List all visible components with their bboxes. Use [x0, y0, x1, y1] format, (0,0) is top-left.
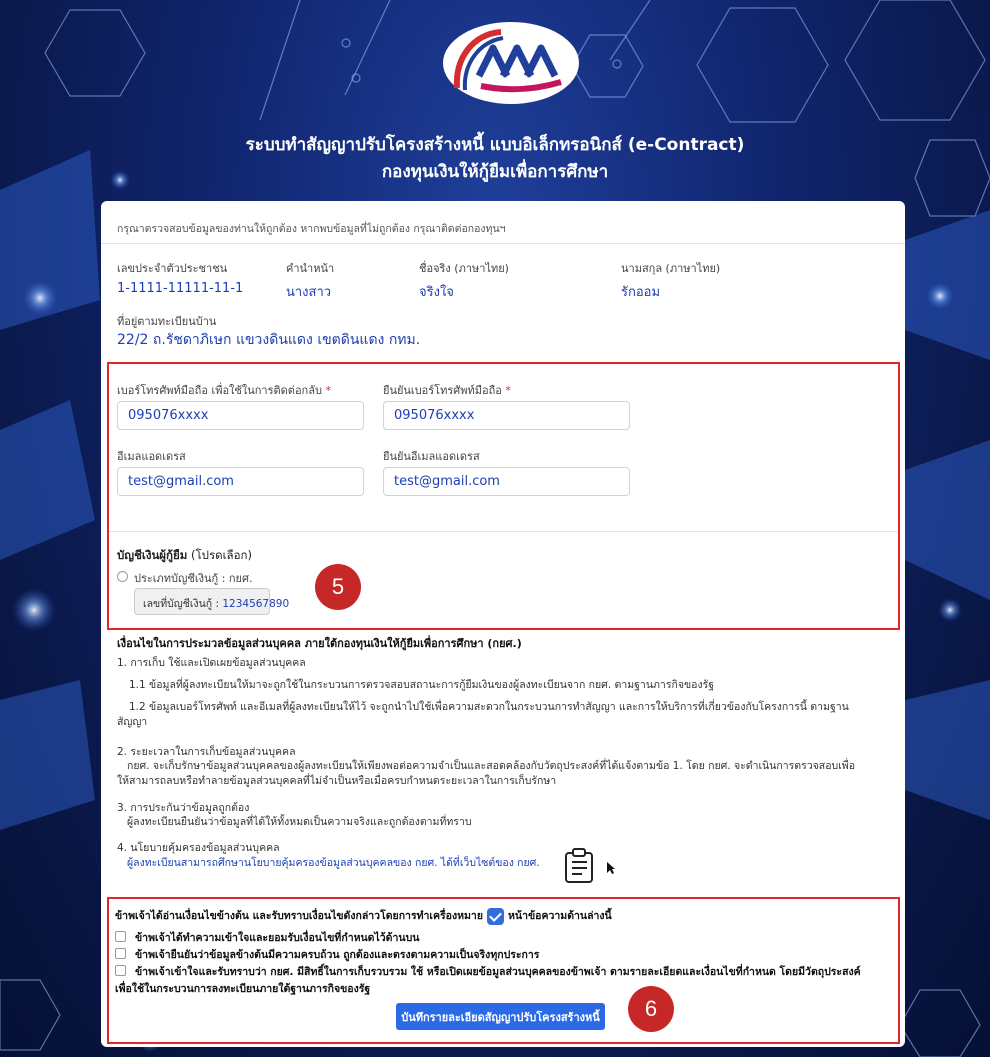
policy-s2-cont: ให้สามารถลบหรือทำลายข้อมูลส่วนบุคคลที่ไม…	[117, 775, 557, 787]
consent-label-1: ข้าพเจ้าได้ทำความเข้าใจและยอมรับเงื่อนไข…	[135, 932, 420, 944]
policy-s3: 3. การประกันว่าข้อมูลถูกต้อง	[117, 802, 250, 814]
consent-label-2: ข้าพเจ้ายืนยันว่าข้อมูลข้างต้นมีความครบถ…	[135, 949, 540, 961]
check-icon	[486, 907, 504, 925]
consent-intro: ข้าพเจ้าได้อ่านเงื่อนไขข้างต้น และรับทรา…	[115, 907, 612, 925]
email-confirm-input[interactable]	[383, 467, 630, 496]
policy-s1-2: 1.2 ข้อมูลเบอร์โทรศัพท์ และอีเมลที่ผู้ลง…	[129, 701, 849, 713]
firstname-value: จริงใจ	[419, 285, 454, 300]
consent-label-3-cont: เพื่อใช้ในกระบวนการลงทะเบียนภายใต้ฐานภาร…	[115, 983, 371, 995]
address-label: ที่อยู่ตามทะเบียนบ้าน	[117, 315, 217, 328]
save-contract-button[interactable]: บันทึกรายละเอียดสัญญาปรับโครงสร้างหนี้	[396, 1003, 605, 1030]
document-icon[interactable]	[563, 848, 597, 884]
firstname-label: ชื่อจริง (ภาษาไทย)	[419, 262, 509, 275]
phone-label: เบอร์โทรศัพท์มือถือ เพื่อใช้ในการติดต่อก…	[117, 384, 331, 397]
policy-s2-text: กยศ. จะเก็บรักษาข้อมูลส่วนบุคคลของผู้ลงท…	[127, 760, 856, 772]
consent-checkbox-3[interactable]	[115, 965, 126, 976]
notice-text: กรุณาตรวจสอบข้อมูลของท่านให้ถูกต้อง หากพ…	[117, 223, 506, 235]
policy-s4: 4. นโยบายคุ้มครองข้อมูลส่วนบุคคล	[117, 842, 280, 854]
lastname-label: นามสกุล (ภาษาไทย)	[621, 262, 721, 275]
page-title: ระบบทำสัญญาปรับโครงสร้างหนี้ แบบอิเล็กทร…	[245, 135, 745, 155]
consent-checkbox-2[interactable]	[115, 948, 126, 959]
step-6-badge: 6	[628, 986, 674, 1032]
policy-heading: เงื่อนไขในการประมวลข้อมูลส่วนบุคคล ภายใต…	[117, 637, 522, 650]
phone-input[interactable]	[117, 401, 364, 430]
policy-s1-2-cont: สัญญา	[117, 716, 148, 728]
divider	[109, 531, 898, 532]
page-subtitle: กองทุนเงินให้กู้ยืมเพื่อการศึกษา	[381, 162, 609, 182]
account-number-box: เลขที่บัญชีเงินกู้ : 1234567890	[134, 588, 289, 615]
prefix-value: นางสาว	[286, 285, 332, 300]
email-confirm-label: ยืนยันอีเมลแอดเดรส	[383, 450, 480, 463]
consent-checkbox-1[interactable]	[115, 931, 126, 942]
email-input[interactable]	[117, 467, 364, 496]
bank-section-title: บัญชีเงินผู้กู้ยืม (โปรดเลือก)	[117, 548, 252, 562]
step-5-badge: 5	[315, 564, 361, 610]
account-type-label: ประเภทบัญชีเงินกู้ : กยศ.	[134, 572, 253, 585]
lastname-value: รักออม	[621, 285, 661, 300]
policy-s1-1: 1.1 ข้อมูลที่ผู้ลงทะเบียนให้มาจะถูกใช้ใน…	[129, 679, 715, 691]
address-value: 22/2 ถ.รัชดาภิเษก แขวงดินแดง เขตดินแดง ก…	[117, 332, 421, 348]
policy-s2: 2. ระยะเวลาในการเก็บข้อมูลส่วนบุคคล	[117, 746, 296, 758]
account-type-radio[interactable]	[117, 571, 128, 582]
privacy-policy-link[interactable]: ผู้ลงทะเบียนสามารถศึกษานโยบายคุ้มครองข้อ…	[127, 857, 540, 870]
phone-confirm-input[interactable]	[383, 401, 630, 430]
email-label: อีเมลแอดเดรส	[117, 450, 186, 463]
cursor-icon	[607, 862, 615, 874]
form-card: กรุณาตรวจสอบข้อมูลของท่านให้ถูกต้อง หากพ…	[101, 201, 905, 1047]
ksf-logo-icon	[453, 29, 562, 93]
policy-s3-text: ผู้ลงทะเบียนยืนยันว่าข้อมูลที่ได้ให้ทั้ง…	[127, 816, 472, 828]
policy-s1: 1. การเก็บ ใช้และเปิดเผยข้อมูลส่วนบุคคล	[117, 657, 306, 669]
prefix-label: คำนำหน้า	[286, 262, 335, 275]
consent-label-3: ข้าพเจ้าเข้าใจและรับทราบว่า กยศ. มีสิทธิ…	[135, 966, 861, 978]
id-label: เลขประจำตัวประชาชน	[117, 262, 228, 275]
phone-confirm-label: ยืนยันเบอร์โทรศัพท์มือถือ *	[383, 384, 511, 397]
divider	[101, 243, 905, 244]
ksf-logo	[443, 22, 579, 104]
id-value: 1-1111-11111-11-1	[117, 281, 244, 296]
